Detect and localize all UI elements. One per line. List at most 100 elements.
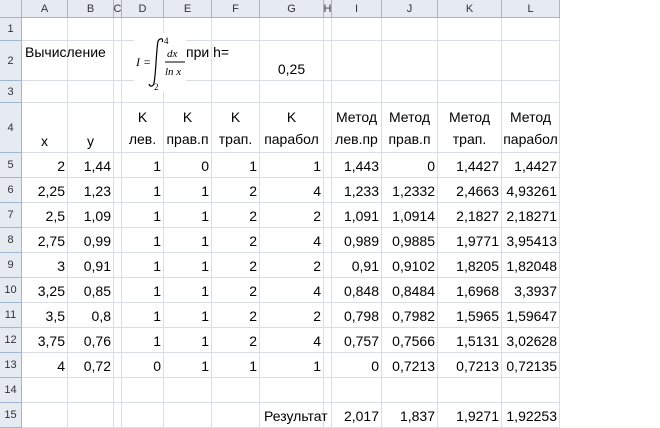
cell-l2[interactable] [502, 41, 560, 81]
cell-d6[interactable]: 1 [122, 178, 164, 203]
cell-f6[interactable]: 2 [212, 178, 260, 203]
cell-f7[interactable]: 2 [212, 203, 260, 228]
cell-h7[interactable] [324, 203, 332, 228]
cell-d5[interactable]: 1 [122, 153, 164, 178]
row-header-5[interactable]: 5 [0, 153, 22, 178]
cell-c3[interactable] [114, 81, 122, 103]
cell-g9[interactable]: 2 [260, 253, 324, 278]
cell-e11[interactable]: 1 [164, 303, 212, 328]
row-header-14[interactable]: 14 [0, 378, 22, 403]
cell-b11[interactable]: 0,8 [68, 303, 114, 328]
cell-k4[interactable]: Метод трап. [438, 103, 502, 153]
cell-l11[interactable]: 1,59647 [502, 303, 560, 328]
row-header-11[interactable]: 11 [0, 303, 22, 328]
column-header-g[interactable]: G [260, 0, 324, 18]
column-header-l[interactable]: L [502, 0, 560, 18]
cell-a14[interactable] [22, 378, 68, 403]
cell-h1[interactable] [324, 18, 332, 41]
cell-c14[interactable] [114, 378, 122, 403]
cell-c13[interactable] [114, 353, 122, 378]
cell-g11[interactable]: 2 [260, 303, 324, 328]
cell-f13[interactable]: 1 [212, 353, 260, 378]
cell-b13[interactable]: 0,72 [68, 353, 114, 378]
cell-c5[interactable] [114, 153, 122, 178]
cell-d15[interactable] [122, 403, 164, 428]
cell-f1[interactable] [212, 18, 260, 41]
cell-i1[interactable] [332, 18, 382, 41]
cell-j8[interactable]: 0,9885 [382, 228, 438, 253]
cell-j10[interactable]: 0,8484 [382, 278, 438, 303]
column-header-h[interactable]: H [324, 0, 332, 18]
row-header-13[interactable]: 13 [0, 353, 22, 378]
cell-i14[interactable] [332, 378, 382, 403]
cell-l13[interactable]: 0,72135 [502, 353, 560, 378]
cell-i10[interactable]: 0,848 [332, 278, 382, 303]
cell-l6[interactable]: 4,93261 [502, 178, 560, 203]
cell-a10[interactable]: 3,25 [22, 278, 68, 303]
cell-h11[interactable] [324, 303, 332, 328]
cell-b14[interactable] [68, 378, 114, 403]
column-header-c[interactable]: C [114, 0, 122, 18]
cell-j9[interactable]: 0,9102 [382, 253, 438, 278]
column-header-i[interactable]: I [332, 0, 382, 18]
cell-h10[interactable] [324, 278, 332, 303]
cell-c11[interactable] [114, 303, 122, 328]
cell-a3[interactable] [22, 81, 68, 103]
cell-a6[interactable]: 2,25 [22, 178, 68, 203]
cell-i5[interactable]: 1,443 [332, 153, 382, 178]
cell-k12[interactable]: 1,5131 [438, 328, 502, 353]
cell-j3[interactable] [382, 81, 438, 103]
cell-h6[interactable] [324, 178, 332, 203]
cell-g7[interactable]: 2 [260, 203, 324, 228]
cell-a4[interactable]: x [22, 103, 68, 153]
cell-l10[interactable]: 3,3937 [502, 278, 560, 303]
cell-a1[interactable] [22, 18, 68, 41]
cell-d11[interactable]: 1 [122, 303, 164, 328]
cell-h14[interactable] [324, 378, 332, 403]
cell-e6[interactable]: 1 [164, 178, 212, 203]
cell-e9[interactable]: 1 [164, 253, 212, 278]
cell-j4[interactable]: Метод прав.п [382, 103, 438, 153]
cell-b5[interactable]: 1,44 [68, 153, 114, 178]
cell-g4[interactable]: Kпарабол [260, 103, 324, 153]
cell-k9[interactable]: 1,8205 [438, 253, 502, 278]
cell-e13[interactable]: 1 [164, 353, 212, 378]
cell-g14[interactable] [260, 378, 324, 403]
cell-d12[interactable]: 1 [122, 328, 164, 353]
cell-a15[interactable] [22, 403, 68, 428]
cell-b3[interactable] [68, 81, 114, 103]
column-header-e[interactable]: E [164, 0, 212, 18]
cell-l12[interactable]: 3,02628 [502, 328, 560, 353]
result-value-l[interactable]: 1,92253 [502, 403, 560, 428]
cell-j6[interactable]: 1,2332 [382, 178, 438, 203]
result-value-k[interactable]: 1,9271 [438, 403, 502, 428]
cell-j11[interactable]: 0,7982 [382, 303, 438, 328]
cell-g8[interactable]: 4 [260, 228, 324, 253]
column-header-f[interactable]: F [212, 0, 260, 18]
row-header-3[interactable]: 3 [0, 81, 22, 103]
cell-g12[interactable]: 4 [260, 328, 324, 353]
cell-k10[interactable]: 1,6968 [438, 278, 502, 303]
cell-i6[interactable]: 1,233 [332, 178, 382, 203]
cell-b12[interactable]: 0,76 [68, 328, 114, 353]
cell-h9[interactable] [324, 253, 332, 278]
column-header-b[interactable]: B [68, 0, 114, 18]
cell-k1[interactable] [438, 18, 502, 41]
cell-j14[interactable] [382, 378, 438, 403]
cell-f12[interactable]: 2 [212, 328, 260, 353]
integral-formula-object[interactable]: I = 4 2 dx ln x [134, 33, 186, 92]
column-header-a[interactable]: A [22, 0, 68, 18]
step-value[interactable]: 0,25 [260, 41, 324, 81]
cell-c2[interactable] [114, 41, 122, 81]
cell-c4[interactable] [114, 103, 122, 153]
cell-d8[interactable]: 1 [122, 228, 164, 253]
cell-k7[interactable]: 2,1827 [438, 203, 502, 228]
cell-f3[interactable] [212, 81, 260, 103]
cell-d13[interactable]: 0 [122, 353, 164, 378]
cell-i7[interactable]: 1,091 [332, 203, 382, 228]
cell-g3[interactable] [260, 81, 324, 103]
column-header-j[interactable]: J [382, 0, 438, 18]
cell-a7[interactable]: 2,5 [22, 203, 68, 228]
cell-i11[interactable]: 0,798 [332, 303, 382, 328]
cell-f15[interactable] [212, 403, 260, 428]
